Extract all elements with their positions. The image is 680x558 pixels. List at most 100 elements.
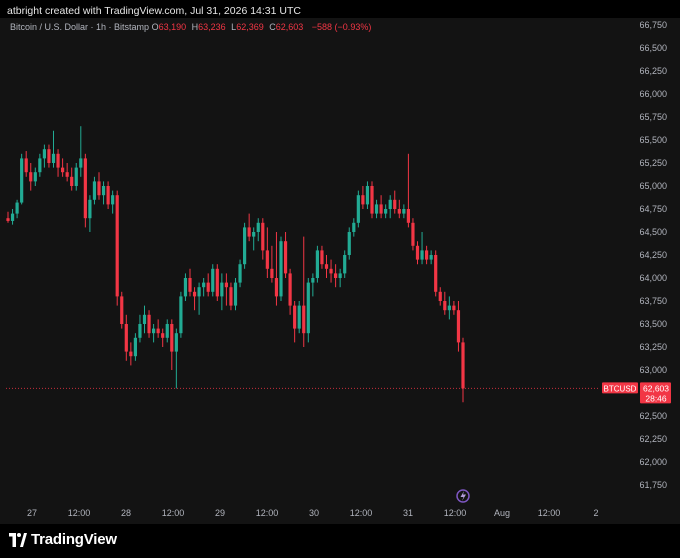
x-tick-label: 12:00 xyxy=(350,508,373,518)
candle-body xyxy=(206,282,210,292)
candle-body xyxy=(425,250,429,260)
x-tick-label: 12:00 xyxy=(444,508,467,518)
candle-body xyxy=(388,199,392,209)
candle-body xyxy=(42,149,46,159)
price-tag-value: 62,603 xyxy=(643,383,669,393)
y-tick-label: 66,500 xyxy=(639,43,667,53)
y-tick-label: 66,250 xyxy=(639,66,667,76)
candle-body xyxy=(197,287,201,297)
candle-body xyxy=(51,153,56,163)
candle-body xyxy=(215,268,219,297)
candle-body xyxy=(142,314,147,324)
y-tick-label: 61,750 xyxy=(639,480,667,490)
candle-body xyxy=(302,305,306,334)
y-tick-label: 65,750 xyxy=(639,112,667,122)
candle-body xyxy=(161,333,165,338)
candle-body xyxy=(343,255,347,274)
candle-body xyxy=(47,149,51,163)
x-tick-label: 12:00 xyxy=(162,508,185,518)
candle-body xyxy=(352,222,356,232)
y-tick-label: 63,000 xyxy=(639,365,667,375)
candle-body xyxy=(420,250,424,260)
candle-body xyxy=(370,186,374,214)
tradingview-logo-icon xyxy=(9,532,27,547)
candle-body xyxy=(83,158,87,219)
candle-body xyxy=(261,222,265,251)
candle-body xyxy=(293,305,297,329)
candle-body xyxy=(156,328,160,334)
y-tick-label: 66,750 xyxy=(639,20,667,30)
candle-body xyxy=(238,264,242,283)
candle-body xyxy=(274,278,279,297)
lightning-icon[interactable] xyxy=(456,489,470,503)
candle-body xyxy=(288,273,292,306)
candle-body xyxy=(170,324,174,352)
candle-body xyxy=(279,241,283,297)
y-tick-label: 63,750 xyxy=(639,296,667,306)
candle-body xyxy=(24,158,28,173)
candle-body xyxy=(411,222,415,246)
candle-body xyxy=(20,158,24,203)
candle-body xyxy=(365,186,370,205)
candle-body xyxy=(65,172,69,177)
candle-body xyxy=(283,241,288,274)
x-tick-label: 12:00 xyxy=(256,508,279,518)
candle-body xyxy=(379,204,383,214)
y-tick-label: 63,500 xyxy=(639,319,667,329)
candle-body xyxy=(429,255,433,260)
candle-body xyxy=(10,213,15,221)
y-tick-label: 64,500 xyxy=(639,227,667,237)
candle-body xyxy=(434,255,438,292)
candle-body xyxy=(406,209,410,223)
y-tick-label: 64,750 xyxy=(639,204,667,214)
y-tick-label: 62,500 xyxy=(639,411,667,421)
candle-body xyxy=(315,250,319,278)
candle-body xyxy=(334,273,338,278)
candle-body xyxy=(297,305,301,329)
candle-body xyxy=(188,278,192,292)
candle-body xyxy=(356,195,360,223)
candle-body xyxy=(61,167,65,173)
close-label: C xyxy=(269,22,276,32)
candlestick-chart[interactable]: 66,750 66,500 66,250 66,000 65,750 65,500 65,2… xyxy=(0,0,680,524)
candle-body xyxy=(92,181,97,200)
candle-body xyxy=(138,324,142,338)
tradingview-logo[interactable]: TradingView xyxy=(9,531,117,548)
candle-body xyxy=(329,268,333,274)
candle-body xyxy=(101,186,106,196)
candle-body xyxy=(397,209,401,214)
candle-body xyxy=(361,195,365,205)
y-tick-label: 66,000 xyxy=(639,89,667,99)
candle-body xyxy=(443,301,447,311)
candle-body xyxy=(438,291,442,301)
candle-body xyxy=(270,268,274,278)
candle-body xyxy=(97,181,101,196)
x-tick-label: 12:00 xyxy=(68,508,91,518)
y-tick-label: 64,250 xyxy=(639,250,667,260)
candle-body xyxy=(229,287,233,306)
x-tick-label: 31 xyxy=(403,508,413,518)
candle-body xyxy=(38,158,42,173)
candle-body xyxy=(120,296,124,324)
candle-body xyxy=(461,342,465,389)
price-tag-countdown: 28:46 xyxy=(645,393,667,403)
candle-body xyxy=(74,167,78,186)
candle-body xyxy=(320,250,324,265)
candle-body xyxy=(129,351,133,357)
candle-body xyxy=(256,222,260,232)
candle-body xyxy=(243,227,247,265)
y-tick-label: 63,250 xyxy=(639,342,667,352)
candle-body xyxy=(374,204,379,214)
x-tick-label: Aug xyxy=(494,508,510,518)
candle-body xyxy=(88,199,92,219)
candle-body xyxy=(115,195,119,297)
y-tick-label: 65,250 xyxy=(639,158,667,168)
candle-body xyxy=(324,264,329,269)
candle-body xyxy=(415,245,420,260)
candle-body xyxy=(29,172,33,182)
candle-body xyxy=(402,209,406,214)
candle-body xyxy=(452,305,456,311)
open-label: O xyxy=(151,22,159,32)
candle-body xyxy=(306,282,310,334)
x-tick-label: 2 xyxy=(593,508,598,518)
